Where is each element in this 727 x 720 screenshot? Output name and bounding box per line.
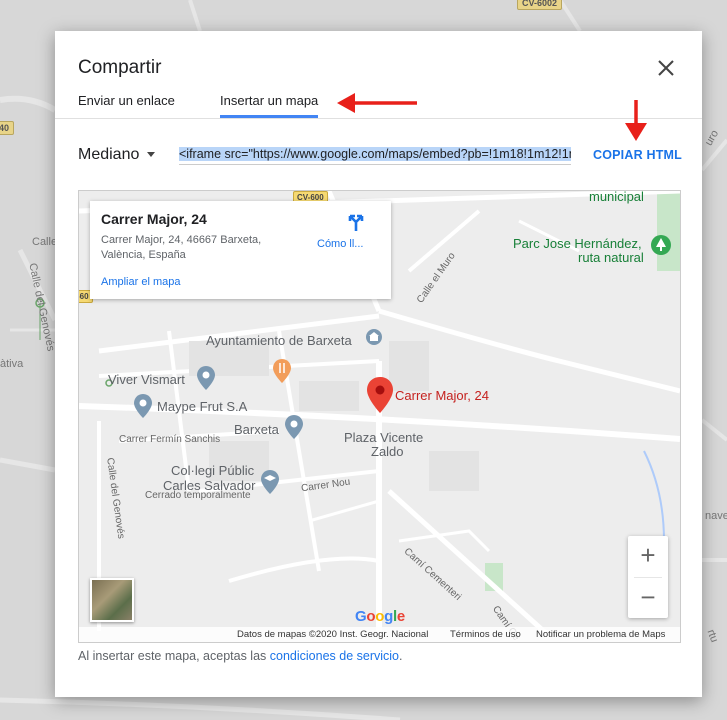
background-label-ativa: àtiva — [0, 358, 24, 370]
directions-icon[interactable] — [346, 212, 366, 232]
background-label-calle: Calle — [32, 236, 58, 248]
label-viver[interactable]: Viver Vismart — [108, 372, 185, 387]
close-button[interactable] — [653, 55, 679, 81]
label-municipal[interactable]: municipal — [589, 191, 644, 204]
label-maype[interactable]: Maype Frut S.A — [157, 399, 247, 414]
tab-send-link[interactable]: Enviar un enlace — [78, 93, 175, 115]
close-icon — [658, 60, 674, 76]
attribution-data: Datos de mapas ©2020 Inst. Geogr. Nacion… — [237, 629, 429, 640]
enlarge-map-link[interactable]: Ampliar el mapa — [101, 276, 180, 288]
dialog-title: Compartir — [78, 57, 162, 78]
place-address-line2: València, España — [101, 249, 186, 261]
restaurant-pin-icon — [273, 359, 291, 383]
annotation-arrow-left-icon — [337, 93, 417, 113]
background-road-shield: CV-6002 — [517, 0, 563, 10]
place-title: Carrer Major, 24 — [101, 211, 207, 227]
background-road-shield-left: 40 — [0, 121, 15, 135]
label-parc-2[interactable]: ruta natural — [578, 250, 644, 265]
size-dropdown[interactable]: Mediano — [78, 146, 156, 164]
school-pin-icon — [261, 470, 279, 494]
zoom-controls: + − — [628, 536, 668, 618]
label-carrer-fermin: Carrer Fermín Sanchis — [119, 434, 221, 445]
share-dialog: Compartir Enviar un enlace Insertar un m… — [55, 31, 702, 697]
zoom-out-button[interactable]: − — [628, 578, 668, 618]
map-attribution: Datos de mapas ©2020 Inst. Geogr. Nacion… — [79, 627, 680, 642]
label-ayuntamiento[interactable]: Ayuntamiento de Barxeta — [206, 333, 352, 348]
background-label-nave: nave — [705, 510, 727, 522]
size-dropdown-value: Mediano — [78, 146, 140, 163]
satellite-thumbnail[interactable] — [90, 578, 134, 622]
terms-link[interactable]: Términos de uso — [450, 629, 521, 640]
label-plaza-2[interactable]: Zaldo — [371, 444, 404, 459]
google-logo: Google — [355, 608, 405, 625]
location-pin-icon[interactable] — [367, 377, 393, 413]
directions-label[interactable]: Cómo ll... — [317, 238, 363, 250]
embed-code-underline — [179, 164, 571, 165]
label-cerrado: Cerrado temporalmente — [145, 490, 251, 501]
report-problem-link[interactable]: Notificar un problema de Maps — [536, 629, 665, 640]
footer-suffix: . — [399, 649, 403, 663]
embed-code-field[interactable]: <iframe src="https://www.google.com/maps… — [179, 145, 571, 163]
barxeta-pin-icon — [285, 415, 303, 439]
label-plaza-1[interactable]: Plaza Vicente — [344, 430, 423, 445]
place-pin-icon — [197, 366, 215, 390]
footer-text: Al insertar este mapa, aceptas las condi… — [78, 649, 403, 663]
place-info-card: Carrer Major, 24 Carrer Major, 24, 46667… — [90, 201, 391, 299]
place-address-line1: Carrer Major, 24, 46667 Barxeta, — [101, 234, 262, 246]
embed-code-text: <iframe src="https://www.google.com/maps… — [179, 147, 571, 161]
chevron-down-icon — [147, 152, 156, 158]
town-hall-icon — [366, 329, 382, 345]
label-colegio-1[interactable]: Col·legi Públic — [171, 463, 254, 478]
tab-embed-map[interactable]: Insertar un mapa — [220, 93, 319, 118]
maype-pin-icon — [134, 394, 152, 418]
footer-prefix: Al insertar este mapa, aceptas las — [78, 649, 270, 663]
park-area — [657, 191, 680, 271]
annotation-arrow-down-icon — [625, 100, 647, 141]
terms-of-service-link[interactable]: condiciones de servicio — [270, 649, 399, 663]
label-parc-1[interactable]: Parc Jose Hernández, — [513, 236, 642, 251]
label-barxeta[interactable]: Barxeta — [234, 422, 279, 437]
place-address: Carrer Major, 24, 46667 Barxeta, Valènci… — [101, 233, 291, 263]
park-tree-icon — [651, 235, 671, 255]
label-pin: Carrer Major, 24 — [395, 388, 489, 403]
map-preview[interactable]: CV-600 -60 Ayuntamiento de Barxeta Viver… — [78, 190, 681, 643]
zoom-in-button[interactable]: + — [628, 536, 668, 576]
copy-html-button[interactable]: COPIAR HTML — [593, 148, 682, 162]
